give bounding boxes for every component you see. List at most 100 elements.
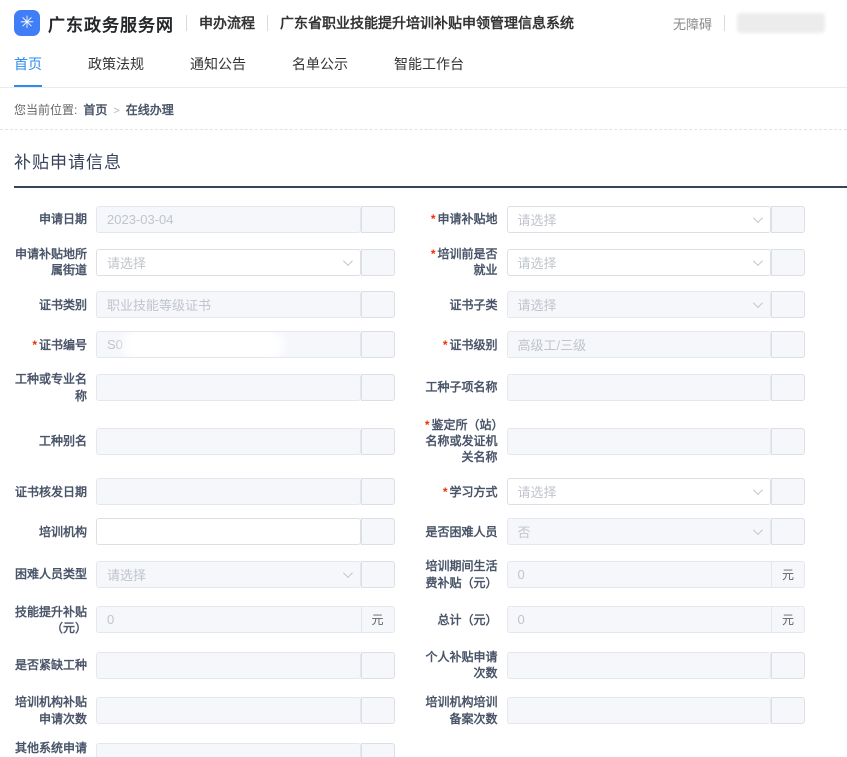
breadcrumb-prefix: 您当前位置: <box>14 101 77 118</box>
chevron-down-icon <box>342 256 352 266</box>
field-label: 是否紧缺工种 <box>15 658 87 672</box>
field-value: 请选择 <box>518 482 557 501</box>
field-value: 否 <box>518 522 531 541</box>
required-asterisk: * <box>431 247 436 261</box>
field-label: 困难人员类型 <box>15 567 87 581</box>
form-item-certificate-category: 证书类别 职业技能等级证书 <box>10 291 395 318</box>
field-certificate-issue-date-input <box>96 478 361 505</box>
field-label: 培训机构 <box>39 525 87 539</box>
nav-item-workbench[interactable]: 智能工作台 <box>394 54 464 87</box>
field-institution-apply-count-input <box>96 697 361 724</box>
form-item-living-allowance: 培训期间生活费补贴（元） 0 元 <box>421 558 806 590</box>
field-label: 其他系统申请次数 <box>15 741 87 757</box>
breadcrumb-link-online-handling[interactable]: 在线办理 <box>126 103 174 117</box>
gdzwfw-logo-icon[interactable]: ✳ <box>14 10 40 36</box>
chevron-down-icon <box>753 299 763 309</box>
field-label: 技能提升补贴（元） <box>15 605 87 635</box>
field-value: 请选择 <box>518 210 557 229</box>
nav-item-policy[interactable]: 政策法规 <box>88 54 144 87</box>
form-item-is-shortage-occupation: 是否紧缺工种 <box>10 649 395 681</box>
chevron-down-icon <box>753 256 763 266</box>
unit-suffix <box>771 249 805 276</box>
field-value: 请选择 <box>107 253 146 272</box>
required-asterisk: * <box>443 338 448 352</box>
field-total-amount-input: 0 <box>507 606 772 633</box>
form-item-issuing-authority-name: *鉴定所（站）名称或发证机关名称 <box>421 417 806 466</box>
divider <box>724 15 725 31</box>
field-occupation-subitem-name-input <box>507 374 772 401</box>
field-value: 请选择 <box>107 565 146 584</box>
form-item-training-institution: 培训机构 <box>10 518 395 545</box>
masked-value-overlay <box>127 334 279 356</box>
form-item-total-amount: 总计（元） 0 元 <box>421 604 806 636</box>
field-issuing-authority-name-input <box>507 428 772 455</box>
form-item-certificate-level: *证书级别 高级工/三级 <box>421 331 806 358</box>
field-institution-record-count-input <box>507 697 772 724</box>
field-subsidy-place-select[interactable]: 请选择 <box>507 206 772 233</box>
field-label: 证书类别 <box>39 298 87 312</box>
unit-suffix <box>361 518 395 545</box>
accessibility-link[interactable]: 无障碍 <box>673 14 712 33</box>
divider <box>267 15 268 31</box>
unit-suffix <box>771 518 805 545</box>
breadcrumb-link-home[interactable]: 首页 <box>83 103 107 117</box>
field-label: 申请补贴地 <box>437 212 497 226</box>
unit-suffix <box>361 743 395 757</box>
field-value: S0 <box>107 337 123 352</box>
required-asterisk: * <box>443 485 448 499</box>
form-item-occupation-subitem-name: 工种子项名称 <box>421 371 806 403</box>
field-certificate-subcategory-select: 请选择 <box>507 291 772 318</box>
page-title: 补贴申请信息 <box>14 148 847 173</box>
field-personal-apply-count-input <box>507 652 772 679</box>
field-label: 证书级别 <box>449 338 497 352</box>
unit-suffix <box>361 478 395 505</box>
field-apply-date-input: 2023-03-04 <box>96 206 361 233</box>
field-skill-upgrade-subsidy-input: 0 <box>96 606 361 633</box>
form-item-occupation-alias: 工种别名 <box>10 417 395 466</box>
user-name-masked[interactable] <box>737 13 825 33</box>
header-right: 无障碍 <box>673 13 825 33</box>
chevron-down-icon <box>753 213 763 223</box>
nav-item-notice[interactable]: 通知公告 <box>190 54 246 87</box>
unit-suffix <box>361 249 395 276</box>
field-is-difficult-person-select: 否 <box>507 518 772 545</box>
field-label: 证书核发日期 <box>15 485 87 499</box>
field-value: 请选择 <box>518 295 557 314</box>
unit-suffix <box>771 697 805 724</box>
field-other-system-apply-count-input <box>96 743 361 757</box>
field-training-institution-input[interactable] <box>96 518 361 545</box>
required-asterisk: * <box>425 418 430 432</box>
unit-suffix <box>771 374 805 401</box>
form-item-difficult-person-type: 困难人员类型 请选择 <box>10 558 395 590</box>
site-brand[interactable]: 广东政务服务网 <box>48 11 174 36</box>
required-asterisk: * <box>32 338 37 352</box>
form-item-other-system-apply-count: 其他系统申请次数 <box>10 740 395 757</box>
chevron-down-icon <box>753 485 763 495</box>
field-label: 工种子项名称 <box>425 380 497 394</box>
field-label: 培训机构补贴申请次数 <box>15 695 87 725</box>
main-nav: 首页 政策法规 通知公告 名单公示 智能工作台 <box>0 46 847 88</box>
field-label: 培训机构培训备案次数 <box>425 695 497 725</box>
form-item-institution-apply-count: 培训机构补贴申请次数 <box>10 694 395 726</box>
nav-item-publicity[interactable]: 名单公示 <box>292 54 348 87</box>
form-item-employed-before-training: *培训前是否就业 请选择 <box>421 246 806 278</box>
required-asterisk: * <box>431 212 436 226</box>
unit-suffix <box>771 478 805 505</box>
form-item-is-difficult-person: 是否困难人员 否 <box>421 518 806 545</box>
unit-suffix <box>361 652 395 679</box>
unit-suffix <box>771 652 805 679</box>
nav-item-home[interactable]: 首页 <box>14 54 42 87</box>
form-item-subsidy-place: *申请补贴地 请选择 <box>421 206 806 233</box>
field-label: 学习方式 <box>449 485 497 499</box>
unit-suffix <box>361 561 395 588</box>
unit-suffix <box>771 331 805 358</box>
field-employed-before-training-select[interactable]: 请选择 <box>507 249 772 276</box>
field-subsidy-place-street-select[interactable]: 请选择 <box>96 249 361 276</box>
form-item-personal-apply-count: 个人补贴申请次数 <box>421 649 806 681</box>
divider <box>186 15 187 31</box>
unit-suffix: 元 <box>361 606 395 633</box>
unit-suffix <box>361 697 395 724</box>
field-label: 总计（元） <box>437 613 497 627</box>
field-learning-method-select[interactable]: 请选择 <box>507 478 772 505</box>
system-title: 广东省职业技能提升培训补贴申领管理信息系统 <box>280 13 574 33</box>
